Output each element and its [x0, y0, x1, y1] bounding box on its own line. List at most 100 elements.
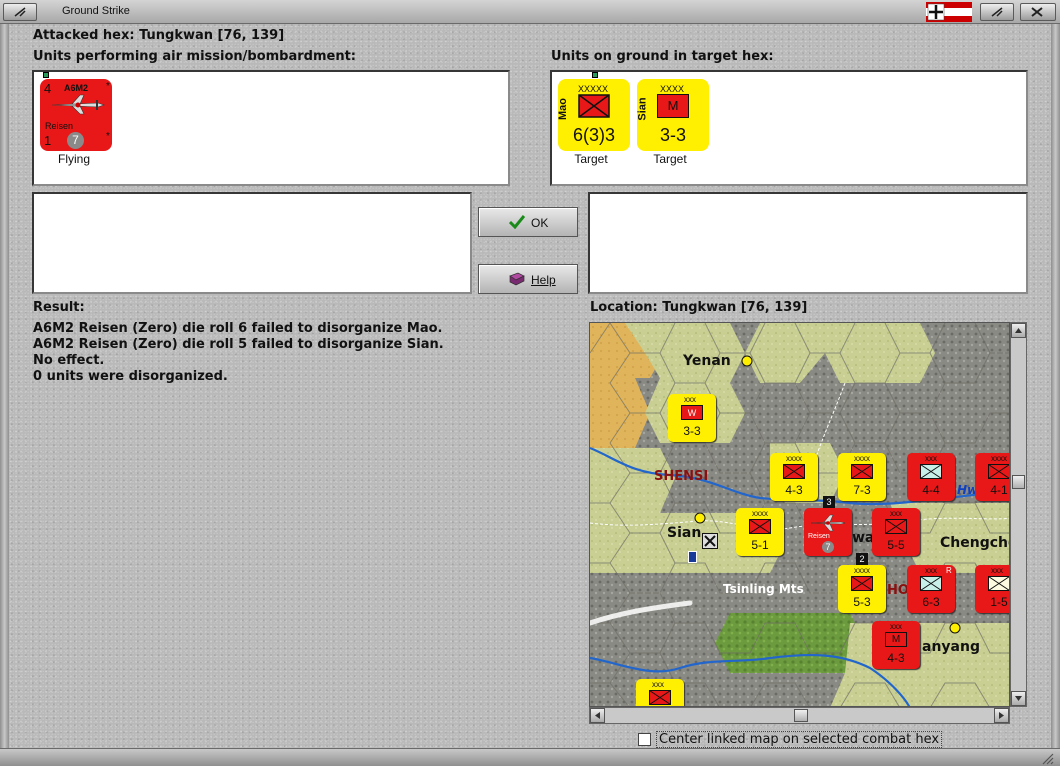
- map-counter[interactable]: xxx 1-5: [975, 565, 1009, 613]
- map-counter-size: xxx: [684, 395, 696, 404]
- result-line: 0 units were disorganized.: [33, 369, 228, 384]
- map-counter[interactable]: Reisen 7: [804, 508, 852, 556]
- map-counter[interactable]: xxxx 7-3: [838, 453, 886, 501]
- air-unit-counter[interactable]: 4 A6M2 * Reisen 1 7 *: [40, 79, 112, 151]
- center-map-label[interactable]: Center linked map on selected combat hex: [656, 731, 943, 748]
- ground-unit-status: Target: [574, 152, 608, 166]
- selected-indicator: [43, 72, 49, 78]
- ground-unit-name: Mao: [557, 98, 569, 120]
- map-label-chengchow: Chengcho: [940, 535, 1010, 551]
- close-icon: [1031, 7, 1043, 17]
- ground-unit-size: XXXX: [660, 84, 685, 94]
- ground-detail-panel: [588, 192, 1028, 294]
- map-counter-size: xxx: [890, 622, 902, 631]
- ok-button-label: OK: [531, 216, 549, 230]
- map-counter[interactable]: xxx M 4-3: [872, 621, 920, 669]
- map-counter-strength: 5-3: [853, 595, 871, 609]
- location-map[interactable]: Yenan SHENSI Sian Tsinling Mts Chengcho …: [589, 322, 1010, 707]
- infantry-symbol-icon: [988, 576, 1009, 591]
- map-label-shensi: SHENSI: [654, 469, 709, 484]
- map-label-nanyang: anyang: [922, 639, 980, 655]
- map-counter-size: xxxx: [854, 454, 870, 463]
- attacked-hex-label: Attacked hex: Tungkwan [76, 139]: [33, 28, 285, 43]
- scroll-thumb[interactable]: [794, 709, 808, 722]
- map-counter-size: xxxx: [991, 454, 1007, 463]
- map-vertical-scrollbar[interactable]: [1010, 322, 1027, 707]
- scroll-down-arrow[interactable]: [1011, 691, 1026, 706]
- infantry-symbol-icon: [783, 464, 805, 479]
- ground-unit-sian[interactable]: Sian XXXX M 3-3: [637, 79, 709, 151]
- help-book-icon: [509, 272, 525, 286]
- map-counter-symbol: W: [681, 405, 703, 420]
- scroll-thumb[interactable]: [1012, 475, 1025, 489]
- map-counter[interactable]: xxx: [636, 679, 684, 706]
- nation-flag-icon: [926, 2, 972, 22]
- map-counter-flag: R: [946, 566, 952, 575]
- map-counter-size: xxxx: [854, 566, 870, 575]
- selected-indicator: [592, 72, 598, 78]
- ground-unit-mao[interactable]: Mao XXXXX 6(3)3: [557, 79, 630, 151]
- air-unit-marker: *: [106, 131, 110, 142]
- map-counter-size: xxxx: [752, 509, 768, 518]
- map-label-ho: HO: [887, 583, 909, 598]
- window-frame-left: [0, 24, 9, 748]
- center-map-checkbox[interactable]: [638, 733, 651, 746]
- map-counter[interactable]: xxx 5-5: [872, 508, 920, 556]
- air-unit-status: Flying: [57, 152, 90, 166]
- air-unit-type: A6M2: [64, 83, 89, 93]
- ground-unit-size: XXXXX: [578, 84, 609, 94]
- minimize-button[interactable]: [980, 3, 1014, 21]
- resize-icon: [14, 7, 26, 17]
- map-counter[interactable]: xxxx 4-3: [770, 453, 818, 501]
- map-label-tsinling: Tsinling Mts: [723, 582, 804, 596]
- air-unit-marker: *: [106, 81, 110, 92]
- map-horizontal-scrollbar[interactable]: [589, 707, 1010, 724]
- mountain-infantry-icon: [920, 464, 942, 479]
- map-counter[interactable]: xxxx 5-1: [736, 508, 784, 556]
- scroll-left-arrow[interactable]: [590, 708, 605, 723]
- arrow-up-icon: [1015, 328, 1022, 333]
- stack-count-badge: 3: [823, 496, 835, 508]
- window-frame-bottom: [0, 748, 1060, 766]
- map-counter-size: xxx: [925, 566, 937, 575]
- map-counter-name: Reisen: [808, 533, 830, 540]
- stack-count-badge: 2: [856, 553, 868, 565]
- map-counter-size: xxxx: [786, 454, 802, 463]
- map-counter-size: xxx: [925, 454, 937, 463]
- map-counter-strength: 7-3: [853, 483, 871, 497]
- resize-grip-icon[interactable]: [1040, 751, 1054, 765]
- infantry-symbol-icon: [649, 690, 671, 705]
- air-detail-panel: [32, 192, 472, 294]
- arrow-left-icon: [595, 712, 600, 719]
- system-menu-button[interactable]: [3, 3, 37, 21]
- airfield-icon: [702, 533, 718, 549]
- map-counter[interactable]: xxx R 6-3: [907, 565, 955, 613]
- arrow-down-icon: [1015, 696, 1022, 701]
- window-frame-right: [1051, 24, 1060, 748]
- result-label: Result:: [33, 300, 85, 315]
- infantry-symbol-icon: [851, 576, 873, 591]
- air-unit-name: Reisen: [45, 121, 74, 131]
- title-bar: Ground Strike: [0, 0, 1060, 24]
- map-counter-size: xxx: [991, 566, 1003, 575]
- map-counter[interactable]: xxxx 4-1: [975, 453, 1009, 501]
- map-counter[interactable]: xxx 4-4: [907, 453, 955, 501]
- close-button[interactable]: [1020, 3, 1056, 21]
- map-counter-size: xxx: [890, 509, 902, 518]
- scroll-up-arrow[interactable]: [1011, 323, 1026, 338]
- ground-units-label: Units on ground in target hex:: [551, 49, 774, 64]
- map-counter[interactable]: xxxx 5-3: [838, 565, 886, 613]
- mountain-infantry-icon: [920, 576, 942, 591]
- infantry-symbol-icon: [851, 464, 873, 479]
- help-button[interactable]: Help: [478, 264, 578, 294]
- air-units-label: Units performing air mission/bombardment…: [33, 49, 357, 64]
- map-counter-strength: 4-4: [922, 483, 940, 497]
- map-counter[interactable]: xxx W 3-3: [668, 394, 716, 442]
- map-counter-size: xxx: [652, 680, 664, 689]
- scroll-right-arrow[interactable]: [994, 708, 1009, 723]
- map-counter-strength: 5-5: [887, 538, 905, 552]
- ok-button[interactable]: OK: [478, 207, 578, 237]
- infantry-symbol-icon: [988, 464, 1009, 479]
- fighter-plane-icon: [810, 514, 846, 532]
- air-unit-bottom-left: 1: [44, 133, 52, 148]
